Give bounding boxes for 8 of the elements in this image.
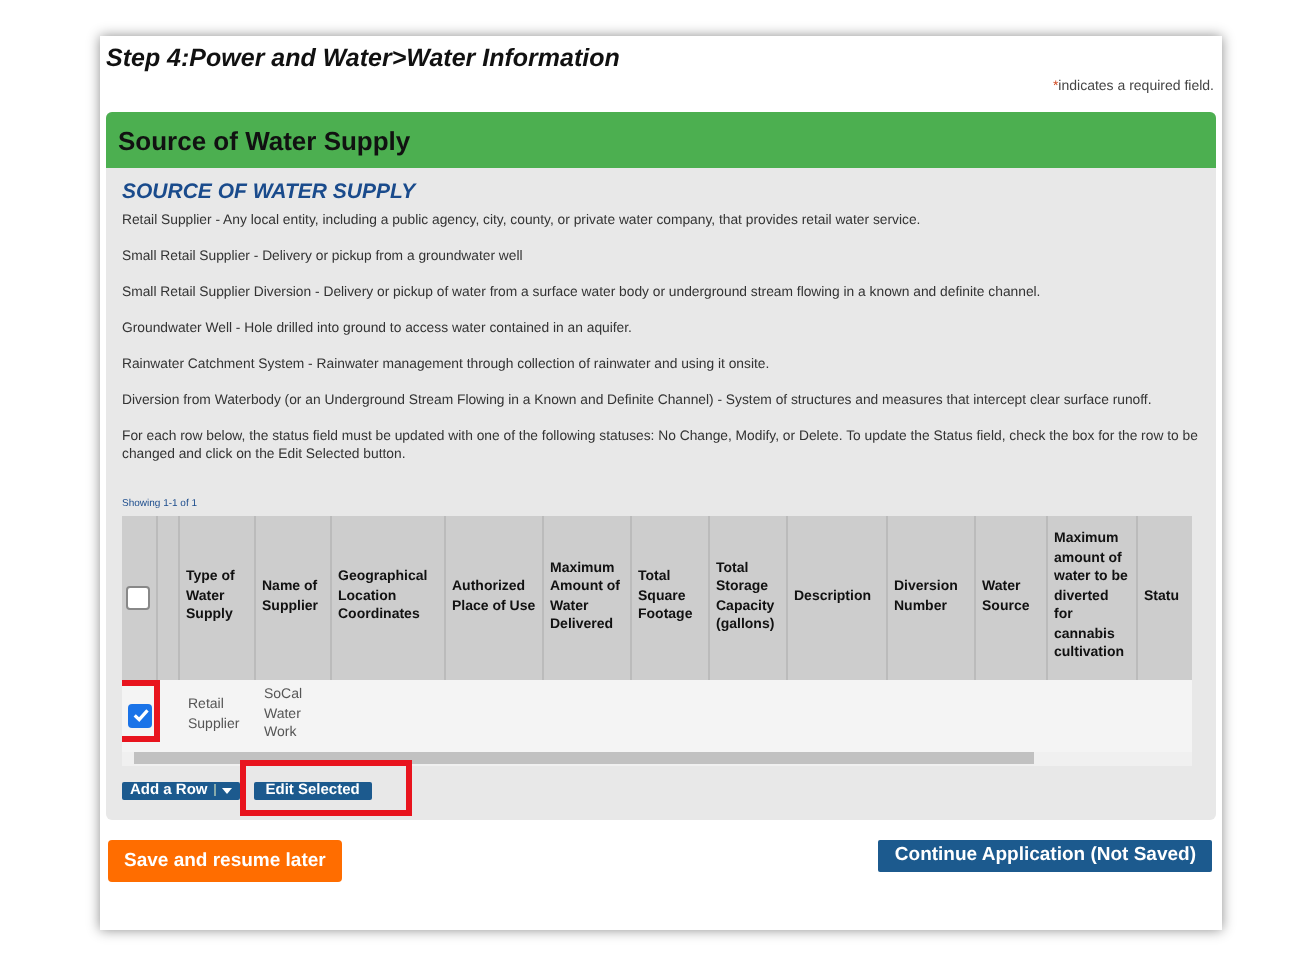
page-title: Step 4:Power and Water>Water Information: [106, 42, 622, 76]
checkbox[interactable]: [126, 585, 151, 609]
checkbox[interactable]: [128, 703, 152, 727]
section-heading: SOURCE OF WATER SUPPLY: [122, 178, 419, 209]
section-header: Source of Water Supply: [106, 112, 1216, 169]
caret-icon: [222, 787, 233, 793]
horizontal-scrollbar[interactable]: [122, 751, 1192, 765]
continue-button[interactable]: Continue Application (Not Saved): [878, 840, 1212, 873]
